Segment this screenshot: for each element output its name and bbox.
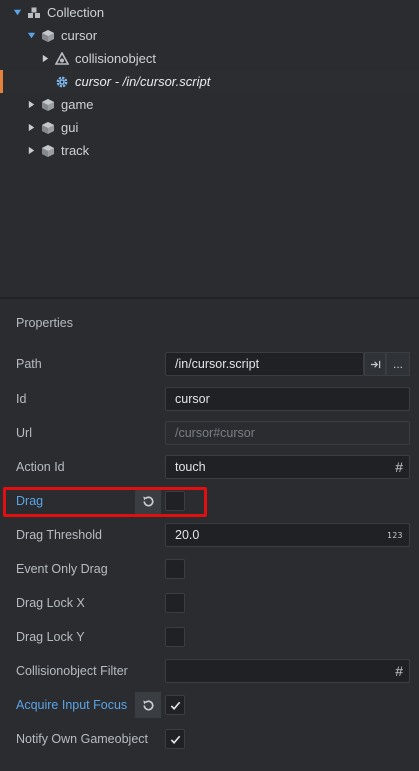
collision-object-icon: [54, 51, 70, 67]
property-acquire-input-focus: Acquire Input Focus: [0, 688, 419, 722]
drag-threshold-field[interactable]: 20.0 123: [165, 523, 410, 547]
tree-item-label: cursor - /in/cursor.script: [75, 74, 211, 89]
hash-icon: #: [395, 459, 403, 475]
browse-label: ...: [392, 357, 403, 371]
script-gear-icon: [54, 74, 70, 90]
properties-title: Properties: [16, 316, 73, 330]
browse-button[interactable]: ...: [386, 352, 410, 376]
id-field[interactable]: cursor: [165, 387, 410, 411]
property-url: Url /cursor#cursor: [0, 416, 419, 450]
tree-item-collection[interactable]: Collection: [0, 1, 419, 24]
event-only-drag-checkbox[interactable]: [165, 559, 185, 579]
checkmark-icon: [170, 701, 180, 710]
outline-panel: Collection cursor collisionobject cursor…: [0, 0, 419, 297]
drag-lock-y-checkbox[interactable]: [165, 627, 185, 647]
drag-label: Drag: [16, 494, 44, 508]
collection-icon: [26, 5, 42, 21]
game-object-icon: [40, 143, 56, 159]
tree-item-cursor[interactable]: cursor: [0, 24, 419, 47]
reset-icon: [142, 495, 154, 507]
path-label: Path: [16, 357, 42, 371]
action-id-value: touch: [175, 460, 206, 474]
property-event-only-drag: Event Only Drag: [0, 552, 419, 586]
chevron-down-icon[interactable]: [26, 31, 36, 41]
tree-item-label: cursor: [61, 28, 98, 43]
collisionobject-filter-label: Collisionobject Filter: [16, 664, 128, 678]
property-collisionobject-filter: Collisionobject Filter #: [0, 654, 419, 688]
properties-panel: Properties Path /in/cursor.script ... Id…: [0, 299, 419, 771]
tree-item-gui[interactable]: gui: [0, 116, 419, 139]
property-id: Id cursor: [0, 382, 419, 416]
id-value: cursor: [175, 392, 210, 406]
id-label: Id: [16, 392, 27, 406]
tree-item-label: game: [61, 97, 94, 112]
path-value: /in/cursor.script: [175, 357, 260, 371]
acquire-input-focus-label: Acquire Input Focus: [16, 698, 128, 712]
game-object-icon: [40, 28, 56, 44]
tree-item-label: collisionobject: [75, 51, 156, 66]
reset-drag-button[interactable]: [135, 488, 161, 514]
drag-lock-x-checkbox[interactable]: [165, 593, 185, 613]
path-field[interactable]: /in/cursor.script: [165, 352, 364, 376]
drag-threshold-label: Drag Threshold: [16, 528, 102, 542]
url-label: Url: [16, 426, 32, 440]
property-drag-threshold: Drag Threshold 20.0 123: [0, 518, 419, 552]
tree-item-label: gui: [61, 120, 79, 135]
game-object-icon: [40, 120, 56, 136]
collisionobject-filter-field[interactable]: #: [165, 659, 410, 683]
url-field: /cursor#cursor: [165, 421, 410, 445]
action-id-field[interactable]: touch #: [165, 455, 410, 479]
acquire-input-focus-checkbox[interactable]: [165, 695, 185, 715]
chevron-right-icon[interactable]: [26, 100, 36, 110]
tree-item-game[interactable]: game: [0, 93, 419, 116]
property-drag-lock-x: Drag Lock X: [0, 586, 419, 620]
property-drag: Drag: [0, 484, 419, 518]
number-icon: 123: [387, 530, 403, 540]
reset-acquire-input-focus-button[interactable]: [135, 692, 161, 718]
hash-icon: #: [395, 663, 403, 679]
tree-item-label: track: [61, 143, 90, 158]
notify-own-gameobject-label: Notify Own Gameobject: [16, 732, 148, 746]
notify-own-gameobject-checkbox[interactable]: [165, 729, 185, 749]
tree-item-label: Collection: [47, 5, 105, 20]
chevron-right-icon[interactable]: [26, 123, 36, 133]
property-path: Path /in/cursor.script ...: [0, 347, 419, 381]
tree-item-collisionobject[interactable]: collisionobject: [0, 47, 419, 70]
goto-file-icon: [370, 360, 380, 368]
chevron-right-icon[interactable]: [26, 146, 36, 156]
drag-threshold-value: 20.0: [175, 528, 200, 542]
game-object-icon: [40, 97, 56, 113]
goto-file-button[interactable]: [364, 352, 386, 376]
drag-lock-y-label: Drag Lock Y: [16, 630, 85, 644]
drag-checkbox[interactable]: [165, 491, 185, 511]
checkmark-icon: [170, 735, 180, 744]
chevron-right-icon[interactable]: [40, 54, 50, 64]
url-value: /cursor#cursor: [175, 426, 255, 440]
tree-item-cursor-script[interactable]: cursor - /in/cursor.script: [0, 70, 419, 93]
tree-item-track[interactable]: track: [0, 139, 419, 162]
reset-icon: [142, 699, 154, 711]
event-only-drag-label: Event Only Drag: [16, 562, 108, 576]
property-notify-own-gameobject: Notify Own Gameobject: [0, 722, 419, 756]
property-drag-lock-y: Drag Lock Y: [0, 620, 419, 654]
action-id-label: Action Id: [16, 460, 65, 474]
chevron-down-icon[interactable]: [12, 8, 22, 18]
property-action-id: Action Id touch #: [0, 450, 419, 484]
drag-lock-x-label: Drag Lock X: [16, 596, 85, 610]
